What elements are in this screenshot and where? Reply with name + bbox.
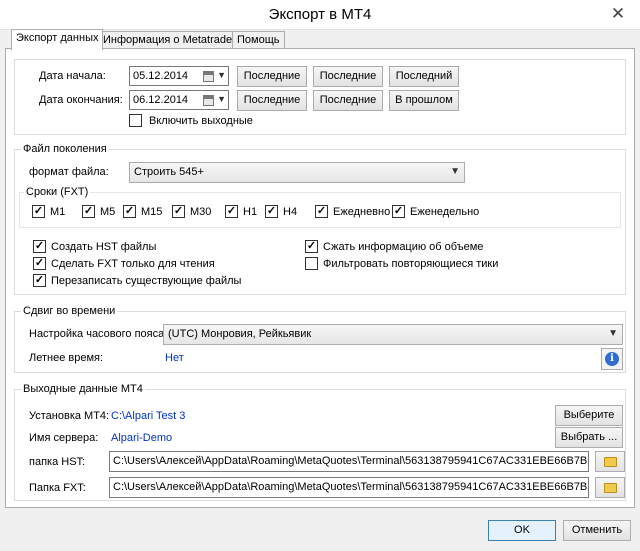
server-value[interactable]: Alpari-Demo xyxy=(111,432,172,444)
output-group: Выходные данные МТ4 Установка МТ4: C:\Al… xyxy=(14,383,626,501)
filter-ticks-label: Фильтровать повторяющиеся тики xyxy=(323,258,499,270)
timeframe-label: M15 xyxy=(141,206,163,218)
timeframe-label: H1 xyxy=(243,206,258,218)
start-date-label: Дата начала: xyxy=(39,70,106,82)
window-title: Экспорт в MT4 xyxy=(268,6,372,23)
hst-folder-label: папка HST: xyxy=(29,456,86,468)
info-icon: i xyxy=(605,352,619,366)
end-date-picker[interactable]: 06.12.2014 ▼ xyxy=(129,90,229,110)
timeshift-group: Сдвиг во времени Настройка часового пояс… xyxy=(14,305,626,373)
end-past-button[interactable]: В прошлом xyxy=(389,90,459,111)
file-generation-legend: Файл поколения xyxy=(21,143,109,155)
output-legend: Выходные данные МТ4 xyxy=(21,383,145,395)
timeframe-checkbox[interactable]: ✓ xyxy=(265,205,278,218)
start-last-button-1[interactable]: Последние xyxy=(237,66,307,87)
chevron-down-icon: ▼ xyxy=(217,70,226,80)
hst-folder-value: C:\Users\Алексей\AppData\Roaming\MetaQuo… xyxy=(113,455,589,467)
select-server-button[interactable]: Выбрать ... xyxy=(555,427,623,448)
info-button[interactable]: i xyxy=(601,348,623,370)
file-generation-group: Файл поколения формат файла: Строить 545… xyxy=(14,143,626,295)
timeframe-label: M30 xyxy=(190,206,212,218)
dates-group: Дата начала: 05.12.2014 ▼ Последние Посл… xyxy=(14,59,626,135)
ok-button[interactable]: OK xyxy=(488,520,556,541)
fxt-folder-input[interactable]: C:\Users\Алексей\AppData\Roaming\MetaQuo… xyxy=(109,477,589,498)
choose-install-button[interactable]: Выберите xyxy=(555,405,623,426)
fxt-readonly-checkbox[interactable]: ✓ xyxy=(33,257,46,270)
compress-volume-label: Сжать информацию об объеме xyxy=(323,241,484,253)
timezone-select[interactable]: (UTC) Монровия, Рейкьявик ▼ xyxy=(163,324,623,345)
timeframe-checkbox[interactable]: ✓ xyxy=(82,205,95,218)
fxt-folder-value: C:\Users\Алексей\AppData\Roaming\MetaQuo… xyxy=(113,481,589,493)
timeframe-label: M1 xyxy=(50,206,66,218)
title-bar: Экспорт в MT4 ✕ xyxy=(0,0,640,30)
timeframe-checkbox[interactable]: ✓ xyxy=(225,205,238,218)
filter-ticks-checkbox[interactable] xyxy=(305,257,318,270)
install-value[interactable]: C:\Alpari Test 3 xyxy=(111,410,185,422)
calendar-icon xyxy=(203,95,214,106)
fxt-folder-label: Папка FXT: xyxy=(29,482,86,494)
timeframe-label: Ежедневно xyxy=(333,206,391,218)
server-label: Имя сервера: xyxy=(29,432,99,444)
dst-label: Летнее время: xyxy=(29,352,104,364)
browse-hst-button[interactable] xyxy=(595,451,625,472)
timeframe-checkbox[interactable]: ✓ xyxy=(392,205,405,218)
timeframe-checkbox[interactable]: ✓ xyxy=(172,205,185,218)
end-last-button-2[interactable]: Последние xyxy=(313,90,383,111)
chevron-down-icon: ▼ xyxy=(450,166,460,177)
file-format-value: Строить 545+ xyxy=(134,166,204,178)
timeframe-label: Еженедельно xyxy=(410,206,480,218)
folder-icon xyxy=(604,483,617,493)
calendar-icon xyxy=(203,71,214,82)
create-hst-label: Создать HST файлы xyxy=(51,241,157,253)
hst-folder-input[interactable]: C:\Users\Алексей\AppData\Roaming\MetaQuo… xyxy=(109,451,589,472)
create-hst-checkbox[interactable]: ✓ xyxy=(33,240,46,253)
timeframe-label: H4 xyxy=(283,206,298,218)
weekends-label: Включить выходные xyxy=(149,115,253,127)
compress-volume-checkbox[interactable]: ✓ xyxy=(305,240,318,253)
chevron-down-icon: ▼ xyxy=(608,328,618,339)
tab-help[interactable]: Помощь xyxy=(232,31,285,49)
end-last-button-1[interactable]: Последние xyxy=(237,90,307,111)
dialog-footer: OK Отменить xyxy=(0,508,640,551)
weekends-checkbox[interactable] xyxy=(129,114,142,127)
timezone-label: Настройка часового пояса: xyxy=(29,328,168,340)
file-format-label: формат файла: xyxy=(29,166,109,178)
start-date-value: 05.12.2014 xyxy=(133,70,189,82)
overwrite-files-checkbox[interactable]: ✓ xyxy=(33,274,46,287)
start-date-picker[interactable]: 05.12.2014 ▼ xyxy=(129,66,229,86)
cancel-button[interactable]: Отменить xyxy=(563,520,631,541)
timeframe-checkbox[interactable]: ✓ xyxy=(315,205,328,218)
timeframes-legend: Сроки (FXT) xyxy=(24,186,91,198)
start-last-button-3[interactable]: Последний xyxy=(389,66,459,87)
tab-panel: Дата начала: 05.12.2014 ▼ Последние Посл… xyxy=(5,48,635,508)
tab-metatrader-info[interactable]: Информация о Metatrader xyxy=(98,31,241,49)
end-date-label: Дата окончания: xyxy=(39,94,123,106)
timezone-value: (UTC) Монровия, Рейкьявик xyxy=(168,328,312,340)
install-label: Установка МТ4: xyxy=(29,410,110,422)
file-format-select[interactable]: Строить 545+ ▼ xyxy=(129,162,465,183)
folder-icon xyxy=(604,457,617,467)
overwrite-files-label: Перезаписать существующие файлы xyxy=(51,275,242,287)
timeframe-checkbox[interactable]: ✓ xyxy=(123,205,136,218)
fxt-readonly-label: Сделать FXT только для чтения xyxy=(51,258,215,270)
dst-value: Нет xyxy=(165,352,184,364)
chevron-down-icon: ▼ xyxy=(217,94,226,104)
end-date-value: 06.12.2014 xyxy=(133,94,189,106)
timeshift-legend: Сдвиг во времени xyxy=(21,305,118,317)
timeframe-checkbox[interactable]: ✓ xyxy=(32,205,45,218)
timeframes-group: Сроки (FXT) ✓ M1 ✓ M5 ✓ M15 ✓ M30 ✓ H1 ✓ H4 ✓ Ежеднев… xyxy=(19,186,621,228)
start-last-button-2[interactable]: Последние xyxy=(313,66,383,87)
browse-fxt-button[interactable] xyxy=(595,477,625,498)
tab-export-data[interactable]: Экспорт данных xyxy=(11,29,104,50)
close-icon[interactable]: ✕ xyxy=(606,3,630,25)
timeframe-label: M5 xyxy=(100,206,116,218)
